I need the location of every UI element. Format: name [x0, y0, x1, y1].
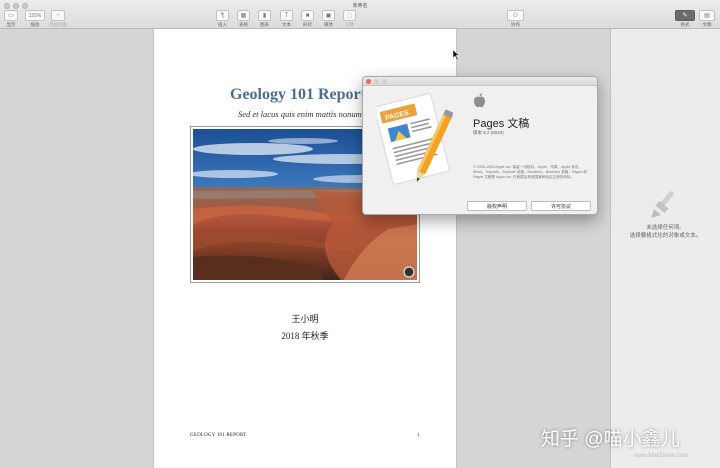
zoom-select[interactable]: 125% 缩放 — [25, 10, 45, 28]
mouse-pointer-icon — [453, 50, 460, 60]
app-name: Pages 文稿 — [473, 118, 530, 130]
minimize-dialog-button — [374, 79, 379, 84]
inspector-empty-message: 未选择任何项。 选择要格式化的对象或文本。 — [629, 225, 702, 239]
footer-title[interactable]: GEOLOGY 101 REPORT — [190, 433, 246, 438]
plus-icon: + — [51, 10, 65, 21]
site-watermark: www.MacDown.com — [634, 453, 689, 459]
add-page-button[interactable]: + 添加页面 — [49, 10, 67, 28]
footer-page-number: 1 — [417, 433, 420, 438]
apple-logo-icon — [474, 93, 485, 108]
document-subtitle[interactable]: Sed et lacus quis enim mattis nonummy — [238, 109, 372, 119]
zoom-value: 125% — [25, 10, 45, 21]
text-box-icon: T — [280, 10, 293, 21]
window-title: 未命名 — [352, 3, 368, 9]
bar-chart-icon: ▮ — [258, 10, 271, 21]
chart-button[interactable]: ▮ 图表 — [258, 10, 271, 28]
close-dialog-button[interactable] — [366, 79, 371, 84]
pages-app-icon: PAGES — [377, 93, 453, 185]
collaborate-button[interactable]: ⚇ 协作 — [507, 10, 524, 28]
image-icon: ▣ — [322, 10, 335, 21]
insert-button[interactable]: ¶ 插入 — [216, 10, 229, 28]
shape-icon: ■ — [301, 10, 314, 21]
comment-icon: ▢ — [343, 10, 356, 21]
text-button[interactable]: T 文本 — [280, 10, 293, 28]
view-button[interactable]: ▭ 显示 — [4, 10, 18, 28]
format-inspector: 未选择任何项。 选择要格式化的对象或文本。 — [610, 29, 720, 468]
author-name[interactable]: 王小明 — [154, 312, 456, 325]
collaborate-icon: ⚇ — [507, 10, 524, 21]
license-button[interactable]: 版权声明 — [467, 201, 527, 211]
table-icon: ▦ — [237, 10, 250, 21]
zoom-dialog-button — [382, 79, 387, 84]
about-titlebar — [363, 77, 597, 86]
format-button[interactable]: ✎ 格式 — [675, 10, 695, 28]
paintbrush-icon — [651, 191, 674, 218]
toolbar: 未命名 ▭ 显示 125% 缩放 + 添加页面 ¶ 插入 ▦ 表格 ▮ 图表 T… — [0, 0, 720, 29]
comment-button[interactable]: ▢ 注释 — [343, 10, 356, 28]
paintbrush-icon: ✎ — [675, 10, 695, 21]
sidebar-icon: ▭ — [4, 10, 18, 21]
shape-button[interactable]: ■ 形状 — [301, 10, 314, 28]
about-dialog: PAGES Pages 文稿 版本 8.2 (6520) © 2005–2018… — [362, 76, 598, 215]
table-button[interactable]: ▦ 表格 — [237, 10, 250, 28]
app-version: 版本 8.2 (6520) — [473, 130, 504, 135]
document-icon: ▤ — [699, 10, 715, 21]
copyright-text: © 2005–2018 Apple Inc. 保留一切权利。Apple、苹果、A… — [473, 165, 587, 179]
zhihu-watermark: 知乎 @喵小鑫儿 — [541, 429, 680, 450]
agreement-button[interactable]: 许可协议 — [531, 201, 591, 211]
media-button[interactable]: ▣ 媒体 — [322, 10, 335, 28]
document-button[interactable]: ▤ 文稿 — [699, 10, 715, 28]
pilcrow-icon: ¶ — [216, 10, 229, 21]
term-date[interactable]: 2018 年秋季 — [154, 329, 456, 342]
